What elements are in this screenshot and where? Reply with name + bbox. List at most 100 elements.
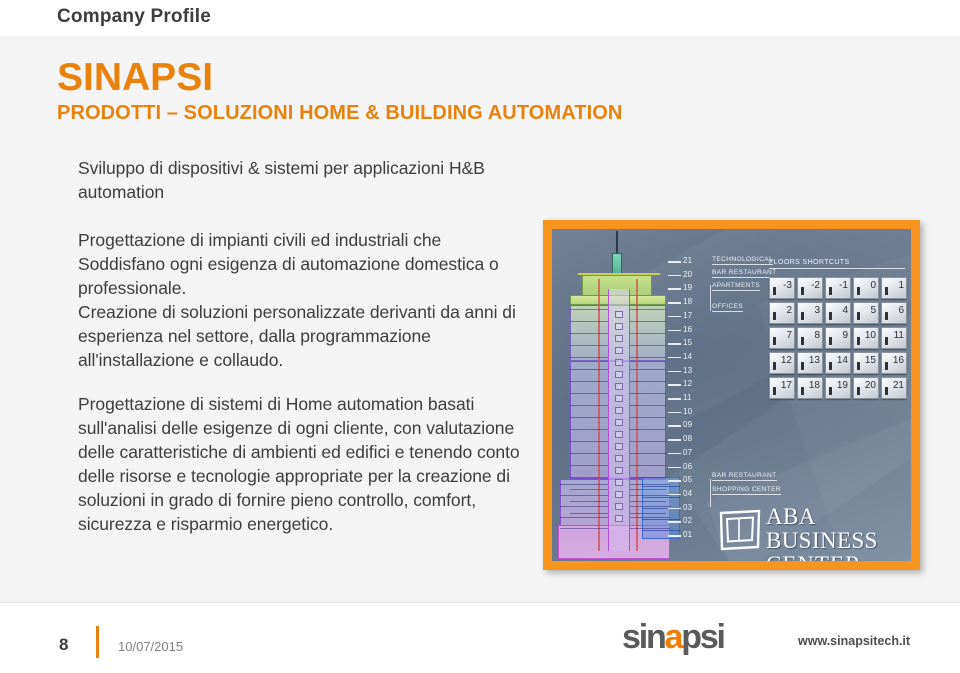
- floor-shortcut-label: 4: [842, 305, 848, 316]
- building-floor-line: [570, 501, 608, 502]
- floor-shortcut-button[interactable]: 4: [825, 302, 851, 324]
- floor-shortcut-label: 20: [864, 380, 876, 391]
- building-core-window: [615, 515, 623, 522]
- floor-shortcut-label: 15: [864, 355, 876, 366]
- button-led-icon: [856, 337, 860, 345]
- floor-shortcut-button[interactable]: 19: [825, 377, 851, 399]
- building-core-window: [615, 407, 623, 414]
- floor-shortcut-label: 13: [808, 355, 820, 366]
- building-floor-line: [630, 517, 670, 518]
- floor-tick-label: 10: [683, 406, 693, 416]
- logo-part-a: a: [664, 618, 684, 656]
- building-floor-line: [630, 369, 666, 370]
- floor-shortcut-button[interactable]: -2: [797, 277, 823, 299]
- floor-shortcut-button[interactable]: 3: [797, 302, 823, 324]
- floors-shortcuts-grid[interactable]: -3 -2 -1 0 1 2 3 4 5 6 7 8 9 10 11 12 13 14 15 16 17 18 19 20 21: [769, 277, 909, 399]
- floor-shortcut-button[interactable]: 6: [881, 302, 907, 324]
- floor-tick-label: 05: [683, 475, 693, 485]
- floor-shortcut-button[interactable]: 10: [853, 327, 879, 349]
- floor-shortcut-button[interactable]: 11: [881, 327, 907, 349]
- floor-tick: [668, 452, 681, 455]
- floor-shortcut-button[interactable]: 9: [825, 327, 851, 349]
- building-core-window: [615, 479, 623, 486]
- floor-shortcut-label: 7: [786, 330, 792, 341]
- floor-tick: [668, 343, 681, 345]
- website-url: www.sinapsitech.it: [798, 634, 911, 648]
- button-led-icon: [772, 387, 776, 395]
- button-led-icon: [772, 362, 776, 370]
- building-floor-line: [630, 513, 666, 514]
- floor-shortcut-button[interactable]: 7: [769, 327, 795, 349]
- button-led-icon: [884, 362, 888, 370]
- building-floor-line: [570, 405, 608, 406]
- floor-tick: [668, 439, 681, 441]
- button-led-icon: [772, 337, 776, 345]
- building-floor-line: [570, 465, 608, 466]
- button-led-icon: [828, 387, 832, 395]
- button-led-icon: [828, 337, 832, 345]
- button-led-icon: [772, 287, 776, 295]
- floor-shortcut-label: 17: [780, 380, 792, 391]
- building-core-window: [615, 311, 623, 318]
- building-core-window: [615, 455, 623, 462]
- button-led-icon: [884, 387, 888, 395]
- floor-scale: 21 20 19 18 17 16 15 14 13 12 11 10 09 08 07 06 05 04 03 02…: [668, 257, 708, 545]
- floor-tick-label: 11: [683, 393, 692, 402]
- building-floor-line: [570, 381, 608, 382]
- building-floor-line: [570, 345, 608, 346]
- sinapsi-logo: sinapsi: [622, 617, 772, 657]
- aba-logo-line1: ABA BUSINESS: [766, 504, 878, 553]
- floor-shortcut-label: 8: [814, 330, 820, 341]
- building-floor-line: [630, 528, 670, 529]
- building-floor-line: [570, 321, 608, 322]
- zone-label: BAR RESTAURANT: [712, 472, 777, 481]
- zone-label: SHOPPING CENTER: [712, 486, 781, 495]
- floor-shortcut-label: 6: [898, 305, 904, 316]
- floor-shortcut-button[interactable]: 1: [881, 277, 907, 299]
- floor-shortcut-button[interactable]: 13: [797, 352, 823, 374]
- floor-shortcut-button[interactable]: 17: [769, 377, 795, 399]
- building-floor-line: [570, 453, 608, 454]
- floor-shortcut-button[interactable]: -1: [825, 277, 851, 299]
- image-canvas: 21 20 19 18 17 16 15 14 13 12 11 10 09 08 07 06 05 04 03 02…: [552, 229, 911, 561]
- floor-shortcut-button[interactable]: 15: [853, 352, 879, 374]
- floor-tick: [668, 274, 681, 277]
- button-led-icon: [828, 287, 832, 295]
- floor-shortcut-button[interactable]: 5: [853, 302, 879, 324]
- zone-label: APARTMENTS: [712, 282, 760, 291]
- building-core-window: [615, 347, 623, 354]
- floor-shortcut-button[interactable]: -3: [769, 277, 795, 299]
- building-floor-line: [630, 506, 670, 507]
- floor-tick-label: 06: [683, 461, 693, 471]
- floor-tick: [668, 425, 681, 427]
- floor-tick: [668, 535, 681, 537]
- building-core-window: [615, 359, 623, 366]
- floor-shortcut-label: 0: [870, 280, 876, 291]
- zone-label: BAR RESTAURANT: [712, 269, 777, 278]
- floor-tick-label: 01: [683, 530, 693, 539]
- building-floor-line: [570, 357, 608, 358]
- button-led-icon: [884, 337, 888, 345]
- floor-shortcut-button[interactable]: 20: [853, 377, 879, 399]
- floor-shortcut-label: 10: [864, 330, 876, 341]
- brand-heading: SINAPSI: [57, 56, 214, 99]
- floor-shortcut-label: 5: [870, 305, 876, 316]
- building-floor-line: [570, 309, 608, 310]
- floor-shortcut-button[interactable]: 2: [769, 302, 795, 324]
- floor-shortcut-button[interactable]: 8: [797, 327, 823, 349]
- button-led-icon: [772, 312, 776, 320]
- floor-tick: [668, 288, 681, 290]
- building-floor-line: [630, 357, 666, 358]
- button-led-icon: [800, 362, 804, 370]
- floor-shortcut-label: 9: [842, 330, 848, 341]
- floor-tick-label: 21: [683, 256, 693, 265]
- floor-shortcut-button[interactable]: 16: [881, 352, 907, 374]
- floor-shortcut-button[interactable]: 12: [769, 352, 795, 374]
- floor-shortcut-button[interactable]: 21: [881, 377, 907, 399]
- floor-shortcut-button[interactable]: 0: [853, 277, 879, 299]
- building-floor-line: [570, 417, 608, 418]
- page-title: Company Profile: [57, 6, 211, 27]
- floor-shortcut-button[interactable]: 18: [797, 377, 823, 399]
- floor-shortcut-button[interactable]: 14: [825, 352, 851, 374]
- aba-logo-line2: CENTER: [766, 553, 911, 562]
